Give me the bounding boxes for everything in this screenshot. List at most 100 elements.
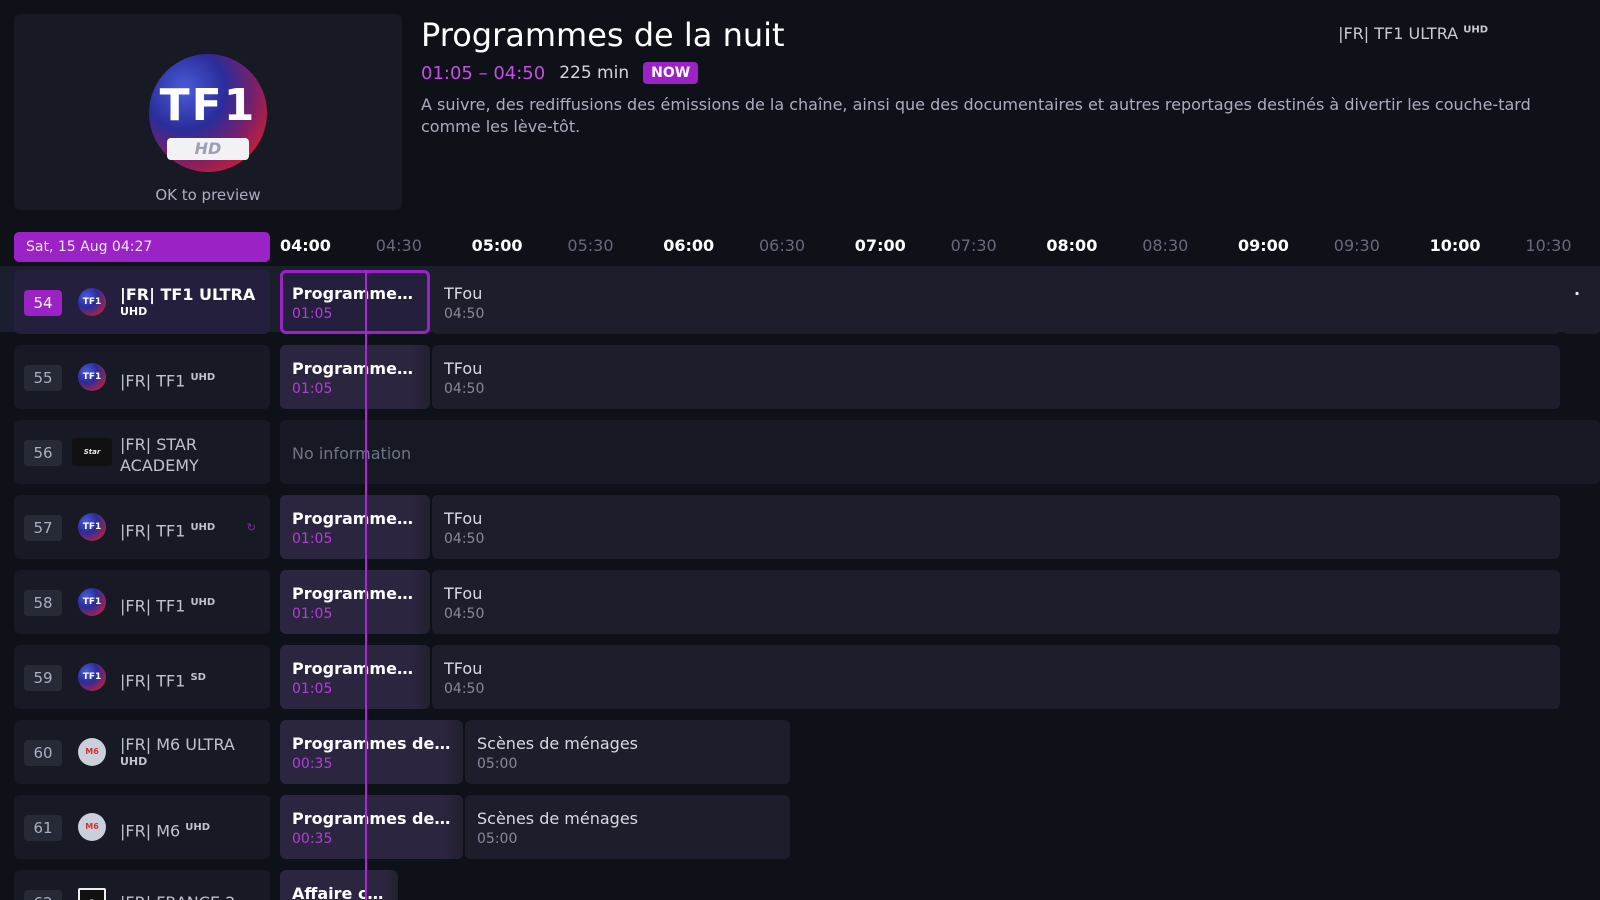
timeline-tick: 10:30 (1525, 236, 1572, 255)
program-cell[interactable]: Scènes de ménages 05:00 (465, 720, 790, 784)
program-cell[interactable]: TFou 04:50 (432, 270, 1560, 334)
channel-row: 59 TF1 |FR| TF1 SD Programmes de la nuit 01:… (0, 641, 1600, 709)
now-badge: NOW (643, 62, 699, 84)
timeline-tick: 06:30 (759, 236, 806, 255)
channel-row: 60 M6 |FR| M6 ULTRAUHD Programmes de la nui… (0, 716, 1600, 784)
program-cell[interactable]: · (1562, 270, 1600, 334)
program-title: Programmes de la nuit (421, 16, 785, 54)
timeline-tick: 04:00 (280, 236, 331, 255)
program-title: Programmes de la nuit (292, 584, 418, 603)
program-cell[interactable]: TFou 04:50 (432, 570, 1560, 634)
program-time: 01:05 – 04:50 (421, 62, 546, 84)
channel-logo-icon: TF1 (78, 288, 106, 316)
timeline-tick: 09:00 (1238, 236, 1289, 255)
current-channel-label: |FR| TF1 ULTRA UHD (1338, 24, 1488, 43)
channel-preview[interactable]: TF1 HD OK to preview (14, 14, 402, 210)
channel-cell[interactable]: 62 2 |FR| FRANCE 2 (14, 870, 270, 900)
program-meta: 01:05 – 04:50 225 min NOW (421, 62, 699, 84)
channel-row: 58 TF1 |FR| TF1 UHD Programmes de la nuit 01… (0, 566, 1600, 634)
program-time: 00:35 (292, 756, 333, 772)
program-title: Programmes de la nuit (292, 509, 418, 528)
channel-cell[interactable]: 57 TF1 |FR| TF1 UHD ↻ (14, 495, 270, 559)
program-time: 05:00 (477, 756, 518, 772)
channel-name: |FR| TF1 ULTRA UHD (120, 284, 265, 319)
channel-row: 55 TF1 |FR| TF1 UHD Programmes de la nuit 01… (0, 341, 1600, 409)
program-cell[interactable]: Programmes de la nuit 00:35 (280, 720, 463, 784)
timeline-tick: 04:30 (375, 236, 422, 255)
program-cell[interactable]: Programmes de la nuit 01:05 (280, 645, 430, 709)
logo-text: TF1 (159, 80, 257, 131)
program-cell[interactable]: TFou 04:50 (432, 495, 1560, 559)
program-title: Scènes de ménages (477, 809, 638, 828)
channel-cell[interactable]: 61 M6 |FR| M6 UHD (14, 795, 270, 859)
program-time: 01:05 (292, 681, 333, 697)
channel-number: 56 (24, 440, 62, 466)
program-cell[interactable]: Programmes de la nuit 00:35 (280, 795, 463, 859)
channel-row: 56 Star |FR| STAR ACADEMY No information (0, 416, 1600, 484)
program-title: Programmes de la nuit (292, 734, 451, 753)
channel-number: 54 (24, 290, 62, 316)
channel-name-text: |FR| TF1 ULTRA (120, 285, 256, 304)
channel-name: |FR| TF1 UHD (120, 367, 265, 391)
program-time: 04:50 (444, 381, 485, 397)
channel-cell[interactable]: 56 Star |FR| STAR ACADEMY (14, 420, 270, 484)
channel-name-text: |FR| M6 (120, 821, 181, 841)
channel-cell[interactable]: 55 TF1 |FR| TF1 UHD (14, 345, 270, 409)
program-time: 01:05 (292, 531, 333, 547)
channel-number: 60 (24, 740, 62, 766)
program-cell[interactable]: Programmes de la nuit 01:05 (280, 495, 430, 559)
timeline-tick: 08:30 (1142, 236, 1189, 255)
program-title: Programmes de la nuit (292, 659, 418, 678)
channel-quality: UHD (190, 597, 216, 608)
current-channel-name: |FR| TF1 ULTRA (1338, 24, 1459, 43)
tf1-logo: TF1 HD (149, 54, 267, 172)
channel-name-text: |FR| M6 ULTRA (120, 735, 235, 754)
date-time-pill: Sat, 15 Aug 04:27 (14, 232, 270, 262)
channel-name-text: |FR| TF1 (120, 521, 186, 541)
program-cell[interactable]: Affaire conclue (280, 870, 398, 900)
channel-name-text: |FR| TF1 (120, 596, 186, 616)
program-title: Scènes de ménages (477, 734, 638, 753)
program-cell[interactable]: TFou 04:50 (432, 345, 1560, 409)
program-cell[interactable]: Scènes de ménages 05:00 (465, 795, 790, 859)
channel-row: 62 2 |FR| FRANCE 2 Affaire conclue (0, 866, 1600, 900)
channel-quality: UHD (120, 305, 148, 318)
channel-quality: UHD (190, 372, 216, 383)
program-time: 04:50 (444, 531, 485, 547)
current-time-indicator (365, 270, 367, 900)
channel-row: 54 TF1 |FR| TF1 ULTRAUHD Programmes de la n… (0, 266, 1600, 334)
program-time: 05:00 (477, 831, 518, 847)
channel-cell[interactable]: 58 TF1 |FR| TF1 UHD (14, 570, 270, 634)
channel-cell[interactable]: 59 TF1 |FR| TF1 SD (14, 645, 270, 709)
timeline-tick: 05:00 (471, 236, 523, 255)
channel-logo-icon: 2 (78, 888, 106, 900)
preview-hint: OK to preview (155, 186, 261, 204)
program-cell[interactable]: Programmes de la nuit 01:05 (280, 345, 430, 409)
program-duration: 225 min (559, 63, 630, 83)
channel-logo-icon: M6 (78, 813, 106, 841)
channel-cell[interactable]: 54 TF1 |FR| TF1 ULTRA UHD (14, 270, 270, 334)
timeline-tick: 07:30 (950, 236, 997, 255)
channel-name: |FR| TF1 SD (120, 667, 265, 691)
timeline-tick: 09:30 (1333, 236, 1380, 255)
channel-name: |FR| M6 ULTRA UHD (120, 734, 265, 769)
program-title: · (1574, 284, 1581, 303)
channel-cell[interactable]: 60 M6 |FR| M6 ULTRA UHD (14, 720, 270, 784)
program-cell[interactable]: TFou 04:50 (432, 645, 1560, 709)
timeline-tick: 05:30 (567, 236, 614, 255)
program-cell[interactable]: Programmes de la nuit 01:05 (280, 570, 430, 634)
channel-number: 55 (24, 365, 62, 391)
program-time: 01:05 (292, 306, 333, 322)
timeline-tick: 06:00 (663, 236, 715, 255)
channel-logo-icon: TF1 (78, 663, 106, 691)
channel-logo-icon: TF1 (78, 588, 106, 616)
program-title: Programmes de la nuit (292, 359, 418, 378)
channel-logo-icon: TF1 (78, 363, 106, 391)
program-title: TFou (444, 509, 483, 528)
program-cell[interactable]: Programmes de la nuit 01:05 (280, 270, 430, 334)
program-cell[interactable]: No information (280, 420, 1600, 484)
timeline-tick: 10:00 (1429, 236, 1481, 255)
program-title: TFou (444, 284, 483, 303)
program-time: 01:05 (292, 381, 333, 397)
channel-number: 62 (24, 890, 62, 900)
